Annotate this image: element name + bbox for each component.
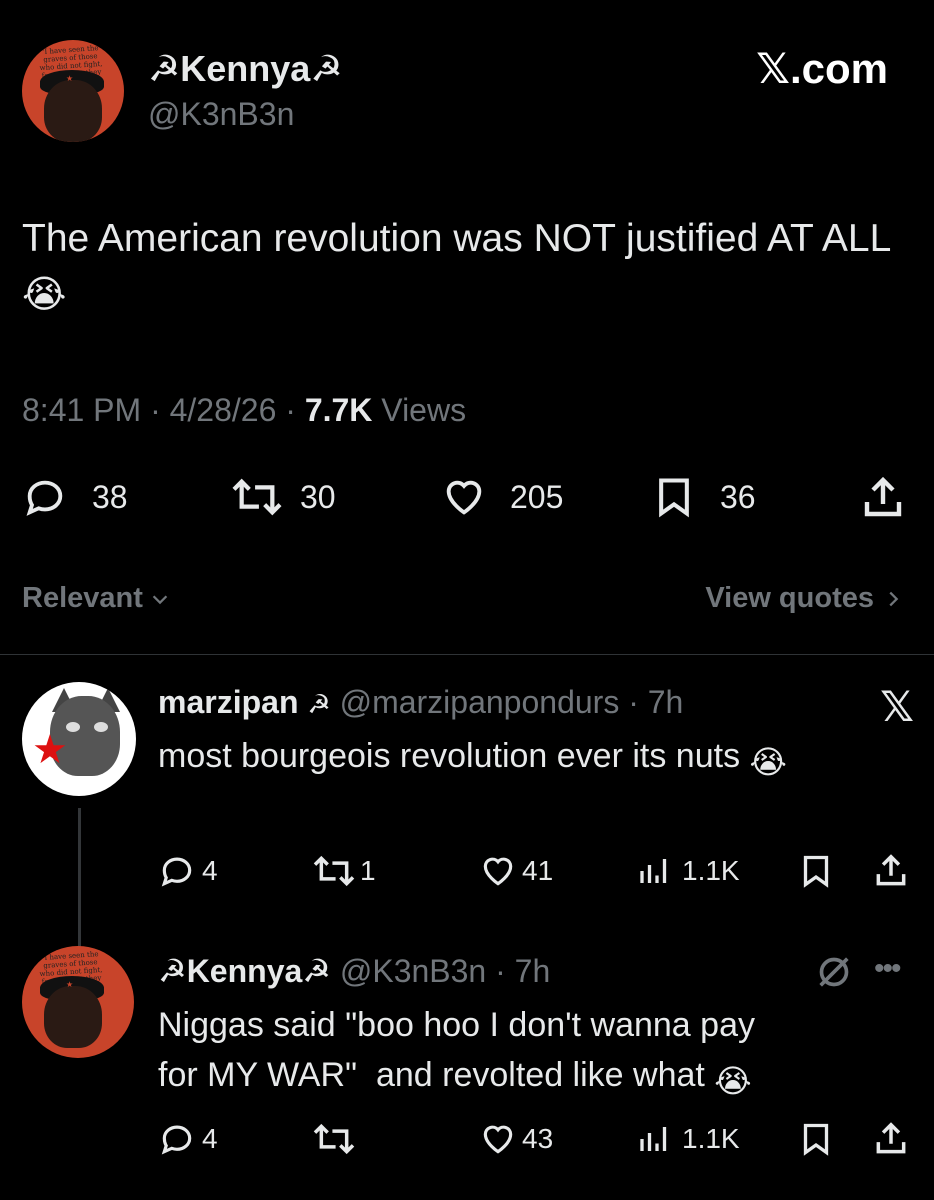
reply1-like-button[interactable]: 41 xyxy=(478,852,553,890)
share-icon xyxy=(876,854,906,886)
avatar-star-icon: ★ xyxy=(66,980,74,989)
reply2-dot: · xyxy=(486,953,515,989)
reply2-avatar[interactable]: "I have seen the graves of those who did… xyxy=(22,946,134,1058)
reply2-bookmark-button[interactable] xyxy=(798,1120,834,1163)
crying-emoji: 😭 xyxy=(22,274,67,316)
reply2-views-button[interactable]: 1.1K xyxy=(636,1120,740,1158)
share-icon xyxy=(864,476,902,517)
view-quotes-link[interactable]: View quotes xyxy=(705,582,904,615)
author-display-name[interactable]: ☭Kennya☭ xyxy=(148,48,343,90)
reply2-views-count: 1.1K xyxy=(682,1123,740,1154)
reply2-handle[interactable]: @K3nB3n xyxy=(340,953,486,989)
heart-icon xyxy=(483,1125,513,1154)
reply1-reply-count: 4 xyxy=(202,855,218,886)
reply2-like-count: 43 xyxy=(522,1123,554,1154)
reply2-like-button[interactable]: 43 xyxy=(478,1120,553,1158)
meta-dot-2: · xyxy=(285,392,305,428)
reply1-reply-button[interactable]: 4 xyxy=(158,852,218,890)
bookmark-count: 36 xyxy=(720,478,756,515)
reply1-time[interactable]: 7h xyxy=(648,684,684,720)
reply-icon xyxy=(161,857,192,887)
post-text: The American revolution was NOT justifie… xyxy=(22,214,902,320)
reply-count: 38 xyxy=(92,478,128,515)
views-label: Views xyxy=(381,392,467,428)
heart-icon xyxy=(446,480,482,515)
reply2-text-line2: for MY WAR" and revolted like what xyxy=(158,1056,705,1094)
reply1-handle[interactable]: @marzipanpondurs xyxy=(340,684,620,720)
reply1-dot: · xyxy=(619,684,648,720)
author-avatar[interactable]: "I have seen the graves of those who did… xyxy=(22,40,124,142)
reply1-views-count: 1.1K xyxy=(682,855,740,886)
chevron-right-icon xyxy=(889,591,899,606)
cat-eye-left xyxy=(66,722,80,732)
repost-button[interactable]: 30 xyxy=(228,474,336,520)
repost-icon xyxy=(313,855,355,887)
reply1-text-body: most bourgeois revolution ever its nuts xyxy=(158,737,741,775)
reply1-header: marzipan ☭ @marzipanpondurs · 7h xyxy=(158,684,683,721)
reply2-header: ☭Kennya☭ @K3nB3n · 7h xyxy=(158,952,550,990)
share-button[interactable] xyxy=(858,474,908,527)
repost-icon xyxy=(313,1123,355,1155)
reply1-flag: ☭ xyxy=(307,689,331,719)
x-brand-logo: 𝕏.com xyxy=(756,45,888,92)
reply1-views-button[interactable]: 1.1K xyxy=(636,852,740,890)
thread-connector xyxy=(78,808,81,948)
post-meta: 8:41 PM · 4/28/26 · 7.7K Views xyxy=(22,392,466,429)
reply1-repost-button[interactable]: 1 xyxy=(310,852,376,890)
reply1-display-name[interactable]: marzipan xyxy=(158,684,298,720)
avatar-face xyxy=(44,986,102,1048)
avatar-face xyxy=(44,80,102,142)
reply1-bookmark-button[interactable] xyxy=(798,852,834,895)
crying-emoji: 😭 xyxy=(749,744,787,780)
more-options-icon[interactable]: ••• xyxy=(874,952,901,986)
sort-label: Relevant xyxy=(22,582,143,614)
reply1-like-count: 41 xyxy=(522,855,554,886)
section-divider xyxy=(0,654,934,655)
grok-icon[interactable] xyxy=(814,952,854,997)
author-handle[interactable]: @K3nB3n xyxy=(148,96,294,133)
bookmark-button[interactable]: 36 xyxy=(652,474,756,520)
view-quotes-label: View quotes xyxy=(705,582,874,614)
reply-button[interactable]: 38 xyxy=(22,474,128,520)
reply2-text: Niggas said "boo hoo I don't wanna pay f… xyxy=(158,1000,898,1106)
reply2-time[interactable]: 7h xyxy=(515,953,551,989)
x-logo-icon: 𝕏 xyxy=(880,683,914,730)
repost-count: 30 xyxy=(300,478,336,515)
share-icon xyxy=(876,1122,906,1154)
reply2-display-name[interactable]: ☭Kennya☭ xyxy=(158,953,331,989)
like-button[interactable]: 205 xyxy=(440,474,563,520)
reply-icon xyxy=(161,1125,192,1155)
heart-icon xyxy=(483,857,513,886)
analytics-icon xyxy=(640,859,667,883)
reply2-text-line1: Niggas said "boo hoo I don't wanna pay xyxy=(158,1006,755,1044)
post-date[interactable]: 4/28/26 xyxy=(170,392,277,428)
bookmark-icon xyxy=(803,855,829,888)
analytics-icon xyxy=(640,1127,667,1151)
crying-emoji: 😭 xyxy=(714,1063,752,1099)
bookmark-icon xyxy=(803,1123,829,1156)
avatar-star-icon: ★ xyxy=(66,74,74,83)
sort-dropdown[interactable]: Relevant xyxy=(22,582,171,615)
reply2-text-line2-wrap: for MY WAR" and revolted like what 😭 xyxy=(158,1050,898,1106)
cat-eye-right xyxy=(94,722,108,732)
reply1-share-button[interactable] xyxy=(872,852,910,895)
reply2-reply-button[interactable]: 4 xyxy=(158,1120,218,1158)
repost-icon xyxy=(232,478,282,516)
chevron-down-icon xyxy=(152,594,168,604)
like-count: 205 xyxy=(510,478,564,515)
reply2-reply-count: 4 xyxy=(202,1123,218,1154)
reply1-repost-count: 1 xyxy=(360,855,376,886)
reply2-repost-button[interactable] xyxy=(310,1120,360,1158)
reply1-text: most bourgeois revolution ever its nuts … xyxy=(158,732,898,786)
post-text-body: The American revolution was NOT justifie… xyxy=(22,217,892,260)
red-star-icon: ★ xyxy=(32,728,68,772)
reply1-avatar[interactable]: ★ xyxy=(22,682,136,796)
meta-dot-1: · xyxy=(150,392,170,428)
bookmark-icon xyxy=(659,478,689,518)
reply2-share-button[interactable] xyxy=(872,1120,910,1163)
views-count: 7.7K xyxy=(304,392,373,428)
post-time[interactable]: 8:41 PM xyxy=(22,392,141,428)
reply-icon xyxy=(26,480,63,516)
